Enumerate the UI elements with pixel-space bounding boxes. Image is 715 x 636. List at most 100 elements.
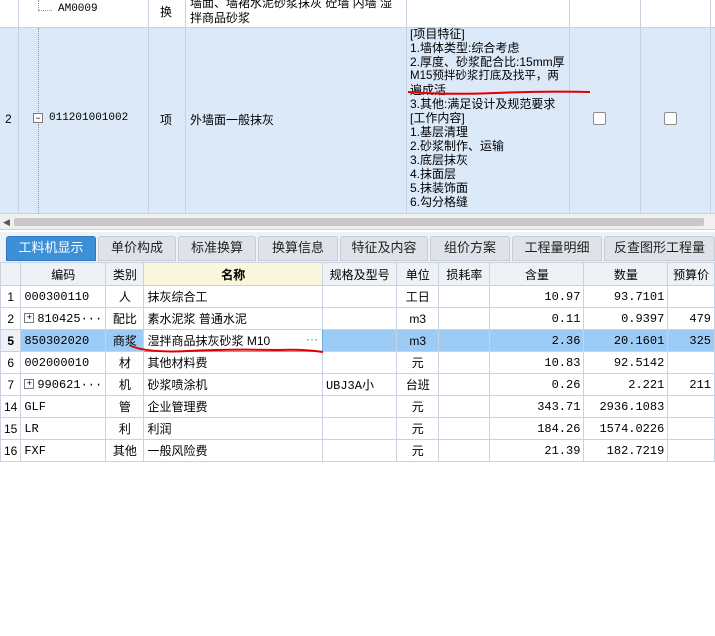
cell-loss[interactable] — [438, 439, 491, 462]
row-index[interactable]: 6 — [0, 351, 22, 374]
cell-content[interactable]: 184.26 — [489, 417, 585, 440]
cell-category[interactable]: 材 — [105, 351, 145, 374]
col-header-unit[interactable]: 单位 — [396, 262, 440, 286]
cell-quantity[interactable]: 182.7219 — [583, 439, 669, 462]
cell-price[interactable] — [667, 285, 715, 308]
col-header-quantity[interactable]: 数量 — [583, 262, 669, 286]
row-index[interactable]: 15 — [0, 417, 22, 440]
cell-name[interactable]: 企业管理费 — [143, 395, 323, 418]
cell-unit[interactable]: 台班 — [396, 373, 440, 396]
table-row[interactable]: 5 850302020 商浆 湿拌商品抹灰砂浆 M10 ··· m3 2.36 20.1601… — [0, 329, 715, 352]
cell-price[interactable] — [667, 395, 715, 418]
cell-spec[interactable]: UBJ3A小 — [321, 373, 398, 396]
row-index[interactable]: 1 — [0, 285, 22, 308]
expand-icon[interactable]: + — [24, 313, 35, 324]
cell-code[interactable]: GLF — [20, 395, 107, 418]
col-header-content[interactable]: 含量 — [489, 262, 585, 286]
checkbox-2[interactable] — [664, 112, 677, 125]
cell-quantity[interactable]: 92.5142 — [583, 351, 669, 374]
table-row[interactable]: 16 FXF 其他 一般风险费 元 21.39 182.7219 — [0, 439, 715, 462]
cell-spec[interactable] — [321, 417, 398, 440]
collapse-icon[interactable]: − — [33, 113, 43, 123]
expand-icon[interactable]: + — [24, 379, 35, 390]
cell-spec[interactable] — [321, 307, 398, 330]
cell-spec[interactable] — [321, 439, 398, 462]
cell-quantity[interactable]: 1574.0226 — [583, 417, 669, 440]
table-row[interactable]: 1 000300110 人抹灰综合工 工日 10.97 93.7101 — [0, 285, 715, 308]
table-row[interactable]: 7 +990621··· 机砂浆喷涂机 UBJ3A小 台班 0.26 2.221 211 — [0, 373, 715, 396]
cell-unit[interactable]: m3 — [396, 329, 440, 352]
cell-spec[interactable] — [321, 395, 398, 418]
selected-item-row[interactable]: 2 − 011201001002 项 外墙面一般抹灰 [项目特征] 1.墙体类型… — [0, 27, 715, 214]
cell-code[interactable]: +810425··· — [20, 307, 107, 330]
cell-name[interactable]: 一般风险费 — [143, 439, 323, 462]
tab-quantity-detail[interactable]: 工程量明细 — [512, 236, 602, 261]
cell-price[interactable]: 211 — [667, 373, 715, 396]
cell-code[interactable]: 002000010 — [20, 351, 107, 374]
cell-loss[interactable] — [438, 351, 491, 374]
cell-loss[interactable] — [438, 395, 491, 418]
cell-unit[interactable]: 工日 — [396, 285, 440, 308]
col-header-price[interactable]: 预算价 — [667, 262, 715, 286]
cell-content[interactable]: 0.11 — [489, 307, 585, 330]
cell-code[interactable]: 000300110 — [20, 285, 107, 308]
cell-spec[interactable] — [321, 351, 398, 374]
tab-unit-price[interactable]: 单价构成 — [98, 236, 176, 261]
row-index[interactable]: 7 — [0, 373, 22, 396]
cell-content[interactable]: 0.26 — [489, 373, 585, 396]
tab-features-content[interactable]: 特征及内容 — [340, 236, 428, 261]
row-index[interactable]: 5 — [0, 329, 22, 352]
cell-content[interactable]: 343.71 — [489, 395, 585, 418]
cell-price[interactable] — [667, 417, 715, 440]
cell-loss[interactable] — [438, 417, 491, 440]
cell-unit[interactable]: m3 — [396, 307, 440, 330]
row-index[interactable]: 14 — [0, 395, 22, 418]
cell-name[interactable]: 抹灰综合工 — [143, 285, 323, 308]
cell-content[interactable]: 10.83 — [489, 351, 585, 374]
col-header-loss[interactable]: 损耗率 — [438, 262, 491, 286]
cell-category[interactable]: 机 — [105, 373, 145, 396]
row-index[interactable]: 16 — [0, 439, 22, 462]
checkbox-1[interactable] — [593, 112, 606, 125]
cell-loss[interactable] — [438, 307, 491, 330]
cell-category[interactable]: 商浆 — [105, 329, 145, 352]
cell-quantity[interactable]: 93.7101 — [583, 285, 669, 308]
tab-conversion-info[interactable]: 换算信息 — [258, 236, 338, 261]
cell-category[interactable]: 利 — [105, 417, 145, 440]
cell-price[interactable] — [667, 439, 715, 462]
col-header-code[interactable]: 编码 — [20, 262, 107, 286]
cell-content[interactable]: 10.97 — [489, 285, 585, 308]
tab-reverse-lookup[interactable]: 反查图形工程量 — [604, 236, 715, 261]
cell-name[interactable]: 湿拌商品抹灰砂浆 M10 ··· — [143, 329, 323, 352]
cell-quantity[interactable]: 2936.1083 — [583, 395, 669, 418]
cell-code[interactable]: +990621··· — [20, 373, 107, 396]
browse-button[interactable]: ··· — [306, 332, 318, 346]
col-header-category[interactable]: 类别 — [105, 262, 145, 286]
table-row[interactable]: 2 +810425··· 配比 素水泥浆 普通水泥 m3 0.11 0.9397 479 — [0, 307, 715, 330]
tab-standard-conversion[interactable]: 标准换算 — [178, 236, 256, 261]
scroll-left-icon[interactable]: ◀ — [3, 217, 10, 228]
cell-name[interactable]: 砂浆喷涂机 — [143, 373, 323, 396]
cell-spec[interactable] — [321, 285, 398, 308]
cell-unit[interactable]: 元 — [396, 439, 440, 462]
cell-price[interactable] — [667, 351, 715, 374]
cell-category[interactable]: 其他 — [105, 439, 145, 462]
col-header-name[interactable]: 名称 — [143, 262, 323, 286]
cell-content[interactable]: 2.36 — [489, 329, 585, 352]
cell-unit[interactable]: 元 — [396, 417, 440, 440]
table-row[interactable]: 15 LR 利利润 元 184.26 1574.0226 — [0, 417, 715, 440]
scroll-thumb[interactable] — [14, 218, 704, 226]
cell-quantity[interactable]: 2.221 — [583, 373, 669, 396]
cell-content[interactable]: 21.39 — [489, 439, 585, 462]
horizontal-scrollbar[interactable]: ◀ — [0, 214, 715, 230]
cell-price[interactable]: 325 — [667, 329, 715, 352]
cell-quantity[interactable]: 20.1601 — [583, 329, 669, 352]
cell-name[interactable]: 素水泥浆 普通水泥 — [143, 307, 323, 330]
tab-material-display[interactable]: 工料机显示 — [6, 236, 96, 261]
col-header-spec[interactable]: 规格及型号 — [321, 262, 398, 286]
cell-loss[interactable] — [438, 373, 491, 396]
table-row[interactable]: 6 002000010 材其他材料费 元 10.83 92.5142 — [0, 351, 715, 374]
row-index[interactable]: 2 — [0, 307, 22, 330]
prev-quota-row[interactable]: AM0009 换 墙面、墙裙水泥砂浆抹灰 砼墙 内墙 湿 拌商品砂浆 — [0, 0, 715, 28]
tab-pricing-scheme[interactable]: 组价方案 — [430, 236, 510, 261]
